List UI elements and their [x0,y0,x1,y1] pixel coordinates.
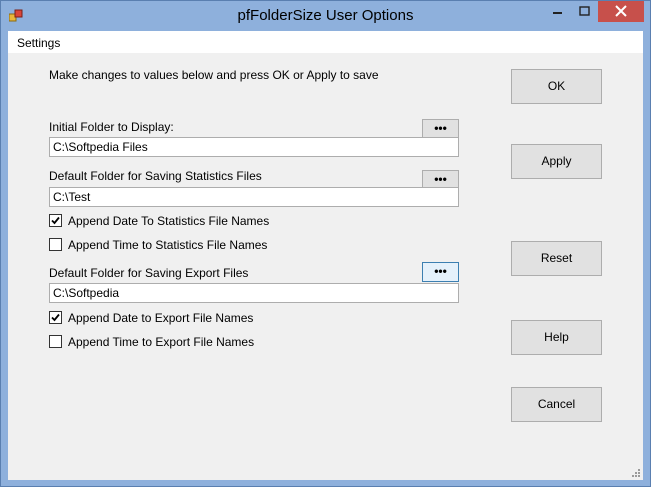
minimize-button[interactable] [544,1,571,22]
menu-settings[interactable]: Settings [17,36,60,50]
close-button[interactable] [598,1,644,22]
apply-button[interactable]: Apply [511,144,602,179]
stats-date-label: Append Date To Statistics File Names [68,214,270,228]
stats-time-checkbox[interactable] [49,238,62,251]
maximize-icon [579,6,590,16]
ok-button[interactable]: OK [511,69,602,104]
close-icon [615,5,627,17]
options-window: pfFolderSize User Options Settings Make … [0,0,651,487]
initial-folder-browse-button[interactable]: ••• [422,119,459,139]
export-date-label: Append Date to Export File Names [68,311,254,325]
checkmark-icon [51,313,60,322]
initial-folder-label: Initial Folder to Display: [49,120,174,134]
size-grip-icon[interactable] [631,468,641,478]
title-bar[interactable]: pfFolderSize User Options [1,1,650,31]
stats-folder-field[interactable]: C:\Test [49,187,459,207]
export-time-checkbox[interactable] [49,335,62,348]
maximize-button[interactable] [571,1,598,22]
client-area: Settings Make changes to values below an… [8,31,643,480]
stats-folder-label: Default Folder for Saving Statistics Fil… [49,169,262,183]
export-folder-field[interactable]: C:\Softpedia [49,283,459,303]
minimize-icon [553,12,562,14]
export-date-checkbox[interactable] [49,311,62,324]
stats-date-checkbox[interactable] [49,214,62,227]
cancel-button[interactable]: Cancel [511,387,602,422]
initial-folder-field[interactable]: C:\Softpedia Files [49,137,459,157]
export-time-label: Append Time to Export File Names [68,335,255,349]
stats-time-label: Append Time to Statistics File Names [68,238,268,252]
reset-button[interactable]: Reset [511,241,602,276]
export-folder-browse-button[interactable]: ••• [422,262,459,282]
instructions-text: Make changes to values below and press O… [49,68,379,82]
checkmark-icon [51,216,60,225]
export-folder-label: Default Folder for Saving Export Files [49,266,249,280]
menu-bar: Settings [8,31,643,53]
help-button[interactable]: Help [511,320,602,355]
